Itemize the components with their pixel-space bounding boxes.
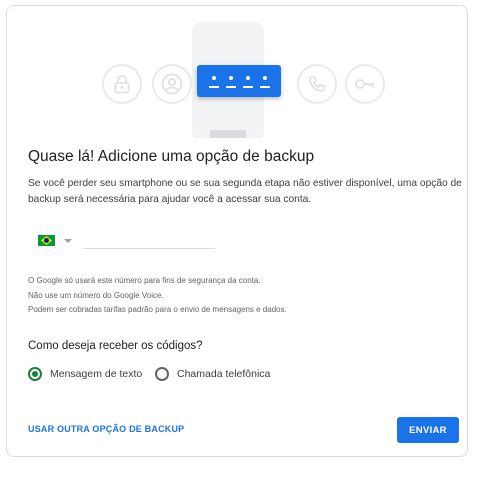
verification-code-graphic — [197, 65, 281, 97]
backup-card: Quase lá! Adicione uma opção de backup S… — [6, 5, 468, 457]
phone-number-input[interactable] — [83, 228, 215, 249]
radio-selected-icon[interactable] — [28, 367, 42, 381]
key-icon — [345, 64, 385, 104]
brazil-flag-icon — [38, 235, 55, 246]
phone-notes: O Google só usará este número para fins … — [28, 274, 287, 318]
note-line: Podem ser cobradas tarifas padrão para o… — [28, 305, 287, 314]
lock-icon — [102, 64, 142, 104]
code-digit — [225, 74, 237, 88]
code-digit — [259, 74, 271, 88]
country-selector[interactable] — [38, 235, 72, 246]
phone-call-icon — [297, 64, 337, 104]
radio-unselected-icon[interactable] — [155, 367, 169, 381]
hero-illustration — [97, 22, 387, 138]
code-digit — [242, 74, 254, 88]
description-text: Se você perder seu smartphone ou se sua … — [28, 178, 462, 205]
account-icon — [152, 64, 192, 104]
chevron-down-icon — [64, 238, 72, 243]
radio-option-text-message[interactable]: Mensagem de texto — [28, 367, 142, 381]
radio-option-phone-call[interactable]: Chamada telefônica — [155, 367, 270, 381]
note-line: Não use um número do Google Voice. — [28, 290, 164, 300]
delivery-question: Como deseja receber os códigos? — [28, 340, 203, 352]
radio-label: Mensagem de texto — [50, 368, 143, 380]
phone-home-bar — [210, 130, 246, 138]
note-line: O Google só usará este número para fins … — [28, 276, 261, 285]
page-title: Quase lá! Adicione uma opção de backup — [28, 148, 315, 165]
radio-label: Chamada telefônica — [177, 368, 271, 380]
use-other-backup-button[interactable]: USAR OUTRA OPÇÃO DE BACKUP — [28, 424, 184, 434]
code-digit — [208, 74, 220, 88]
send-button[interactable]: ENVIAR — [397, 417, 459, 443]
